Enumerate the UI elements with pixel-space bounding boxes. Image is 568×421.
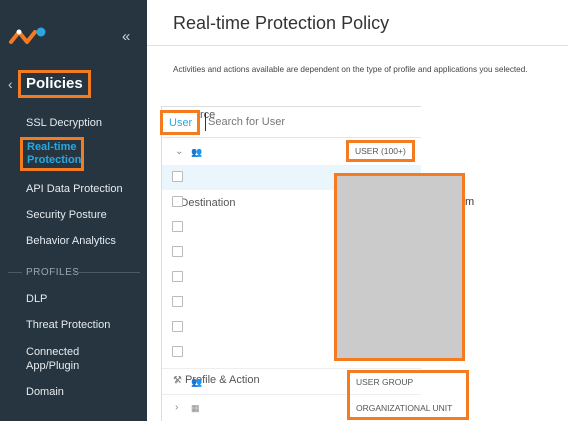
checkbox[interactable] — [172, 296, 183, 307]
title-divider — [147, 45, 568, 46]
org-chart-icon: ▦ — [191, 403, 200, 413]
user-name-fragment: m — [465, 196, 475, 208]
sidebar-item-connected-app-plugin[interactable]: Connected App/Plugin — [26, 345, 96, 373]
sidebar-item-dlp[interactable]: DLP — [26, 292, 47, 306]
search-user-input[interactable] — [205, 113, 405, 131]
checkbox[interactable] — [172, 246, 183, 257]
section-title-policies[interactable]: Policies — [18, 70, 91, 98]
divider-line — [74, 272, 140, 273]
page-title: Real-time Protection Policy — [173, 13, 390, 33]
chevron-down-icon[interactable]: ⌄ — [175, 146, 183, 158]
sidebar-item-ssl-decryption[interactable]: SSL Decryption — [26, 116, 102, 130]
redacted-user-list — [334, 173, 465, 361]
netskope-logo — [9, 27, 46, 44]
checkbox[interactable] — [172, 196, 183, 207]
checkbox[interactable] — [172, 221, 183, 232]
group-user-label[interactable]: USER (100+) — [346, 140, 415, 162]
tab-user[interactable]: User — [160, 110, 200, 135]
profiles-divider: PROFILES — [8, 266, 140, 280]
sidebar-item-real-time-protection[interactable]: Real-time Protection — [20, 137, 84, 171]
sidebar-item-security-posture[interactable]: Security Posture — [26, 208, 107, 222]
checkbox[interactable] — [172, 171, 183, 182]
sidebar-item-behavior-analytics[interactable]: Behavior Analytics — [26, 234, 116, 248]
checkbox[interactable] — [172, 321, 183, 332]
group-user-group-label[interactable]: USER GROUP — [356, 377, 413, 387]
sidebar: « ‹ Policies SSL Decryption Real-time Pr… — [0, 0, 147, 421]
group-organizational-unit-label[interactable]: ORGANIZATIONAL UNIT — [356, 403, 452, 413]
page-subtitle: Activities and actions available are dep… — [173, 65, 528, 74]
checkbox[interactable] — [172, 346, 183, 357]
chevron-right-icon[interactable]: › — [175, 376, 178, 388]
users-icon: 👥 — [191, 147, 203, 157]
back-icon[interactable]: ‹ — [8, 76, 13, 92]
collapse-sidebar-icon[interactable]: « — [122, 29, 130, 45]
profiles-heading: PROFILES — [26, 267, 80, 278]
divider-line — [8, 272, 22, 273]
sidebar-item-api-data-protection[interactable]: API Data Protection — [26, 182, 123, 196]
checkbox[interactable] — [172, 271, 183, 282]
picker-divider — [162, 137, 421, 138]
chevron-right-icon[interactable]: › — [175, 402, 178, 414]
sidebar-item-domain[interactable]: Domain — [26, 385, 64, 399]
sidebar-item-threat-protection[interactable]: Threat Protection — [26, 318, 110, 332]
users-icon: 👥 — [191, 377, 203, 387]
row-divider — [162, 368, 421, 369]
